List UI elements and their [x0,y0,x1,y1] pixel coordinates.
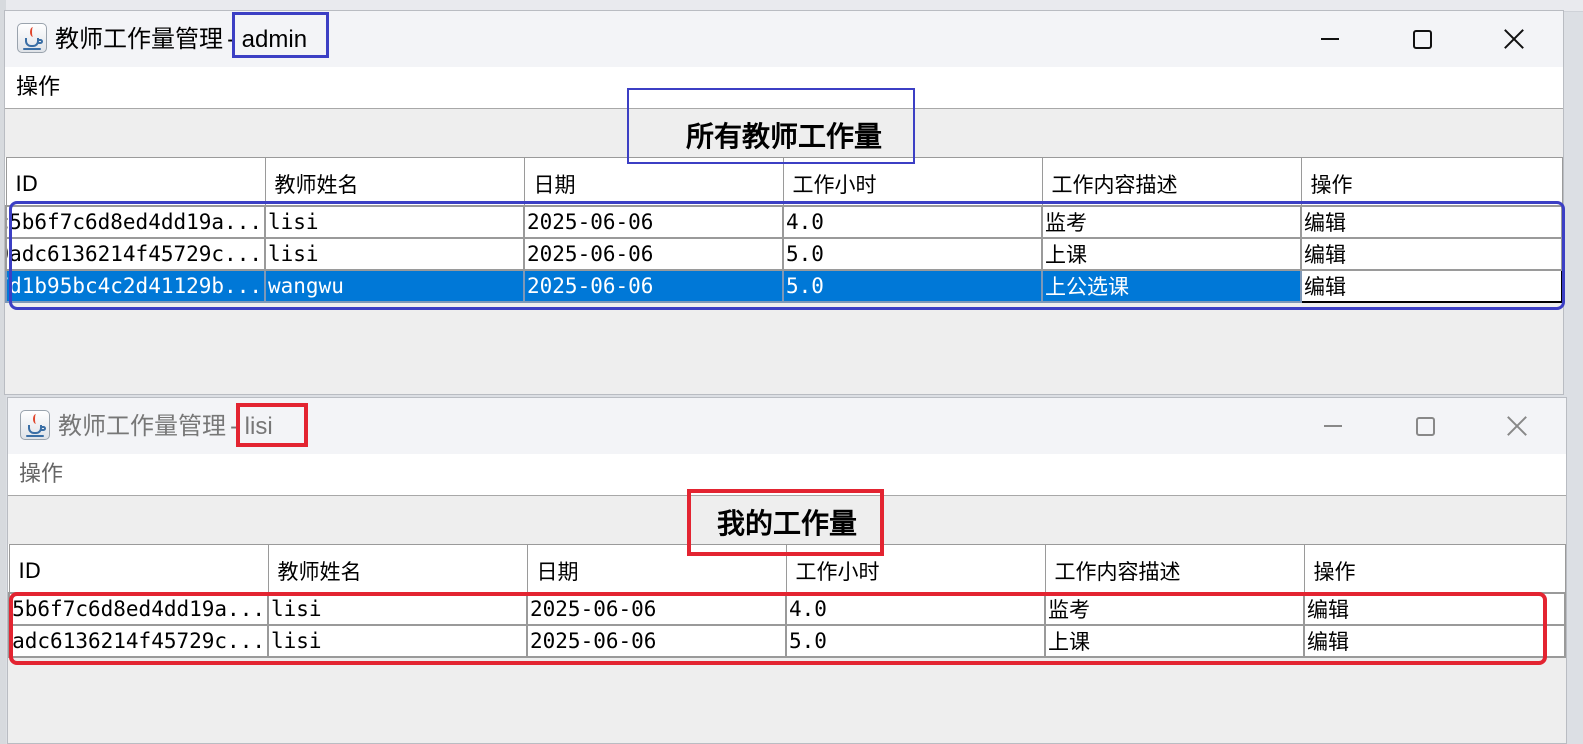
cell-hours[interactable]: 5.0 [782,268,1043,303]
title-user: lisi [244,413,273,440]
close-icon [1503,28,1525,50]
table-row-selected[interactable]: 7d1b95bc4c2d41129b... wangwu 2025-06-06 … [5,268,1563,303]
column-header-hours[interactable]: 工作小时 [785,544,1046,593]
window-title: 教师工作量管理 - admin [55,24,307,55]
panel-title: 我的工作量 [716,507,857,540]
cell-id[interactable]: 0adc6136214f45729c... [5,236,266,271]
cell-description[interactable]: 上课 [1041,236,1302,271]
cell-date[interactable]: 2025-06-06 [526,623,787,658]
cell-description[interactable]: 上公选课 [1041,268,1302,303]
cell-hours[interactable]: 5.0 [782,236,1043,271]
java-cup-icon [17,23,47,53]
table-row[interactable]: 0adc6136214f45729c... lisi 2025-06-06 5.… [5,236,1563,271]
cell-hours[interactable]: 4.0 [782,204,1043,239]
menubar: 操作 [8,454,1566,496]
column-header-hours[interactable]: 工作小时 [782,157,1043,206]
cell-hours[interactable]: 5.0 [785,623,1046,658]
workload-table: ID 教师姓名 日期 工作小时 工作内容描述 操作 c5b6f7c6d8ed4d… [8,544,1566,658]
cell-description[interactable]: 上课 [1044,623,1305,658]
edit-button[interactable]: 编辑 [1303,623,1566,658]
maximize-icon [1415,416,1435,436]
column-header-description[interactable]: 工作内容描述 [1044,544,1305,593]
minimize-button[interactable] [1310,408,1356,444]
column-header-id[interactable]: ID [5,157,266,206]
cell-teacher[interactable]: lisi [267,623,528,658]
column-header-teacher[interactable]: 教师姓名 [267,544,528,593]
title-app-name: 教师工作量管理 [55,25,223,53]
cell-description[interactable]: 监考 [1041,204,1302,239]
window-title: 教师工作量管理 - lisi [58,411,273,442]
column-header-action[interactable]: 操作 [1303,544,1566,593]
table-header: ID 教师姓名 日期 工作小时 工作内容描述 操作 [5,157,1563,206]
title-app-name: 教师工作量管理 [58,412,226,440]
menu-operations[interactable]: 操作 [17,461,65,489]
workload-table: ID 教师姓名 日期 工作小时 工作内容描述 操作 c5b6f7c6d8ed4d… [5,157,1563,303]
cell-id[interactable]: 7d1b95bc4c2d41129b... [5,268,266,303]
cell-description[interactable]: 监考 [1044,591,1305,626]
titlebar[interactable]: 教师工作量管理 - admin [5,11,1563,67]
admin-window: 教师工作量管理 - admin 操作 所有教师工作量 ID 教师姓名 日期 工作小时… [4,10,1564,395]
menubar: 操作 [5,67,1563,109]
column-header-date[interactable]: 日期 [526,544,787,593]
java-cup-icon [20,410,50,440]
panel-title: 所有教师工作量 [685,120,882,153]
cell-date[interactable]: 2025-06-06 [523,268,784,303]
cell-id[interactable]: 0adc6136214f45729c... [8,623,269,658]
table-header: ID 教师姓名 日期 工作小时 工作内容描述 操作 [8,544,1566,593]
minimize-icon [1321,38,1339,40]
title-separator: - [230,412,239,440]
minimize-icon [1324,425,1342,427]
maximize-button[interactable] [1399,21,1445,57]
maximize-button[interactable] [1402,408,1448,444]
close-button[interactable] [1494,408,1540,444]
lisi-window: 教师工作量管理 - lisi 操作 我的工作量 ID 教师姓名 日期 工作小时 工作… [7,397,1567,744]
title-separator: - [227,25,236,53]
table-row[interactable]: c5b6f7c6d8ed4dd19a... lisi 2025-06-06 4.… [5,204,1563,239]
table-row[interactable]: 0adc6136214f45729c... lisi 2025-06-06 5.… [8,623,1566,658]
menu-operations[interactable]: 操作 [14,74,62,102]
close-button[interactable] [1491,21,1537,57]
column-header-teacher[interactable]: 教师姓名 [264,157,525,206]
table-row[interactable]: c5b6f7c6d8ed4dd19a... lisi 2025-06-06 4.… [8,591,1566,626]
column-header-id[interactable]: ID [8,544,269,593]
titlebar[interactable]: 教师工作量管理 - lisi [8,398,1566,454]
close-icon [1506,415,1528,437]
maximize-icon [1412,29,1432,49]
edit-button[interactable]: 编辑 [1300,268,1563,303]
edit-button[interactable]: 编辑 [1300,204,1563,239]
column-header-description[interactable]: 工作内容描述 [1041,157,1302,206]
edit-button[interactable]: 编辑 [1300,236,1563,271]
cell-id[interactable]: c5b6f7c6d8ed4dd19a... [5,204,266,239]
cell-hours[interactable]: 4.0 [785,591,1046,626]
cell-date[interactable]: 2025-06-06 [523,236,784,271]
cell-date[interactable]: 2025-06-06 [526,591,787,626]
minimize-button[interactable] [1307,21,1353,57]
cell-id[interactable]: c5b6f7c6d8ed4dd19a... [8,591,269,626]
cell-teacher[interactable]: lisi [264,204,525,239]
cell-teacher[interactable]: lisi [267,591,528,626]
cell-teacher[interactable]: lisi [264,236,525,271]
edit-button[interactable]: 编辑 [1303,591,1566,626]
cell-date[interactable]: 2025-06-06 [523,204,784,239]
title-user: admin [241,26,308,53]
column-header-action[interactable]: 操作 [1300,157,1563,206]
column-header-date[interactable]: 日期 [523,157,784,206]
cell-teacher[interactable]: wangwu [264,268,525,303]
